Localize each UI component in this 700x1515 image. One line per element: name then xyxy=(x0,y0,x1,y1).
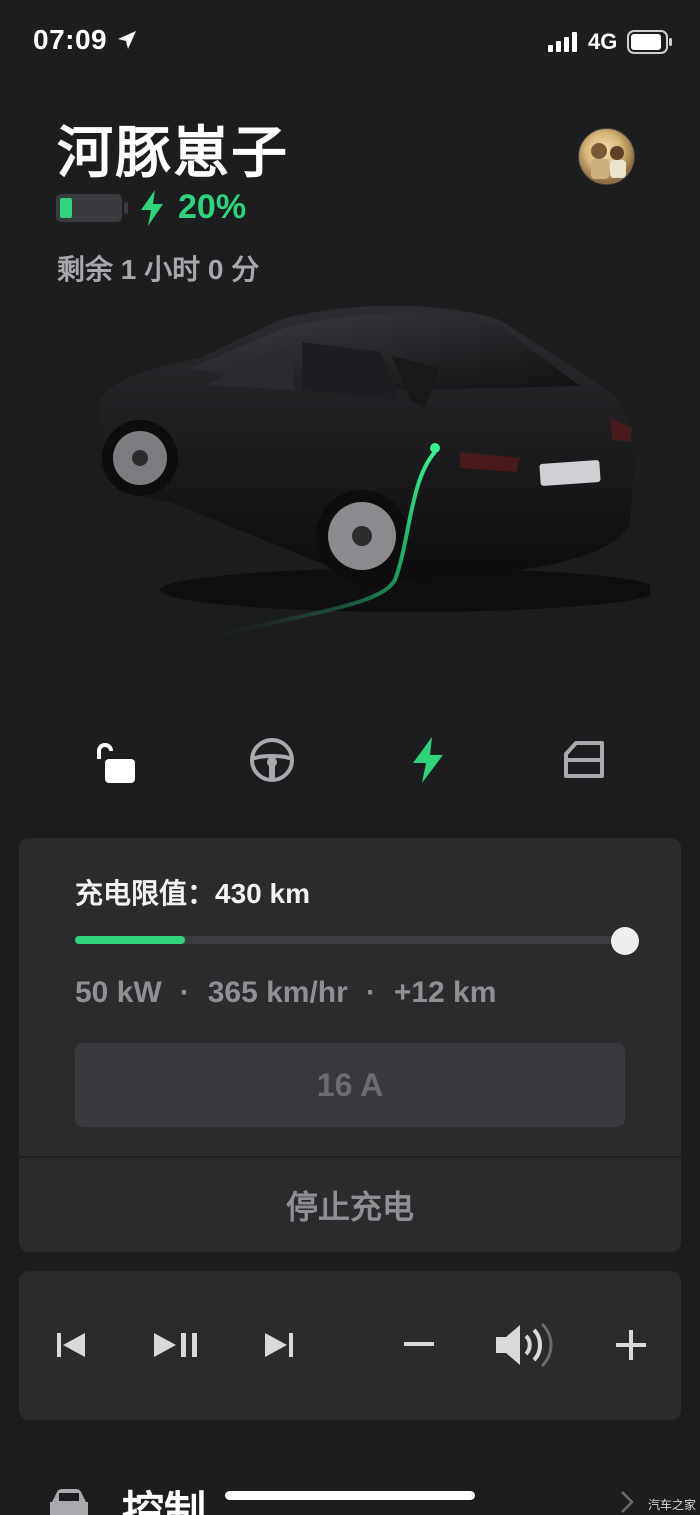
stop-charging-button[interactable]: 停止充电 xyxy=(19,1158,681,1252)
status-bar: 07:09 4G xyxy=(0,0,700,86)
next-track-icon[interactable] xyxy=(261,1323,297,1367)
time-remaining: 剩余 1 小时 0 分 xyxy=(57,254,260,285)
battery-percent: 20% xyxy=(178,188,247,226)
vehicle-name: 河豚崽子 xyxy=(57,121,289,184)
quick-actions xyxy=(0,730,700,790)
vehicle-image xyxy=(80,290,660,655)
play-pause-icon[interactable] xyxy=(151,1323,201,1367)
charge-limit-slider-handle[interactable] xyxy=(611,927,639,955)
charge-progress-fill xyxy=(75,936,185,944)
volume-icon[interactable] xyxy=(493,1322,555,1368)
charge-power: 50 kW xyxy=(75,976,162,1009)
vehicle-battery-icon xyxy=(56,192,130,229)
separator: · xyxy=(365,976,376,1009)
charging-card: 充电限值：430 km 50 kW · 365 km/hr · +12 km 16 A … xyxy=(19,838,681,1252)
charge-limit-value: 430 km xyxy=(215,878,310,909)
media-controls-card xyxy=(19,1271,681,1420)
charge-amps-button[interactable]: 16 A xyxy=(75,1043,625,1127)
unlock-icon[interactable] xyxy=(84,730,144,790)
home-indicator[interactable] xyxy=(225,1491,475,1500)
controls-section-row[interactable]: 控制 汽车之家 xyxy=(0,1460,700,1515)
range-added: +12 km xyxy=(393,976,497,1009)
charge-limit-label: 充电限值： xyxy=(75,878,216,909)
network-type: 4G xyxy=(588,29,618,54)
watermark: 汽车之家 xyxy=(648,1498,697,1512)
steering-wheel-icon[interactable] xyxy=(242,730,302,790)
chevron-right-icon xyxy=(620,1490,634,1515)
section-title: 控制 xyxy=(122,1488,207,1515)
separator: · xyxy=(179,976,190,1009)
charging-bolt-icon[interactable] xyxy=(398,730,458,790)
avatar[interactable] xyxy=(578,128,635,185)
battery-icon xyxy=(627,30,673,59)
charge-stats: 50 kW · 365 km/hr · +12 km xyxy=(75,976,496,1010)
signal-icon xyxy=(548,32,578,57)
volume-up-icon[interactable] xyxy=(615,1323,647,1367)
previous-track-icon[interactable] xyxy=(53,1323,89,1367)
status-time: 07:09 xyxy=(33,24,108,55)
charge-rate: 365 km/hr xyxy=(207,976,348,1009)
charge-limit-slider[interactable] xyxy=(75,936,625,944)
frunk-icon[interactable] xyxy=(554,730,614,790)
charge-limit: 充电限值：430 km xyxy=(75,872,310,912)
location-arrow-icon xyxy=(116,29,138,56)
volume-down-icon[interactable] xyxy=(403,1323,435,1367)
charging-bolt-icon xyxy=(140,190,164,231)
car-icon xyxy=(48,1488,90,1515)
